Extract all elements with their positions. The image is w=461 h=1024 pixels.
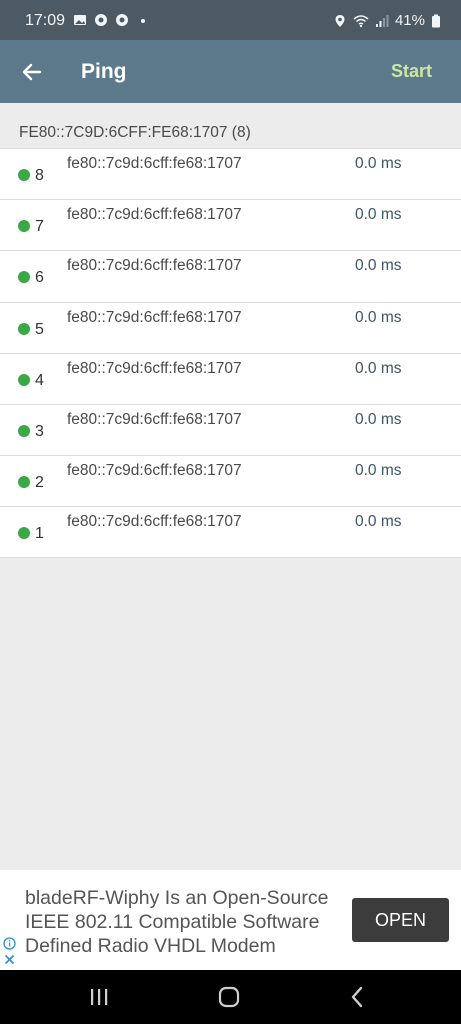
ad-line: IEEE 802.11 Compatible Software — [25, 911, 320, 933]
status-dot-icon — [18, 220, 30, 233]
home-icon[interactable] — [216, 984, 242, 1010]
system-icons: 41% — [333, 12, 441, 29]
image-icon — [74, 15, 86, 25]
status-dot-icon — [18, 271, 30, 284]
chrome-icon — [116, 14, 128, 26]
target-address-label: FE80::7C9D:6CFF:FE68:1707 (8) — [19, 124, 251, 141]
signal-icon — [375, 14, 389, 27]
battery-percent: 41% — [394, 12, 425, 29]
list-item[interactable]: 5 fe80::7c9d:6cff:fe68:1707 0.0 ms — [0, 301, 461, 353]
chrome-icon — [95, 14, 107, 26]
sequence-number: 2 — [35, 474, 44, 492]
sequence-number: 4 — [35, 371, 44, 389]
ad-line: Defined Radio VHDL Modem — [25, 935, 276, 957]
sequence-number: 8 — [35, 167, 44, 184]
ad-line: bladeRF-Wiphy Is an Open-Source — [25, 887, 329, 909]
reply-time: 0.0 ms — [355, 462, 402, 480]
status-dot-icon — [18, 424, 30, 437]
ad-text[interactable]: bladeRF-Wiphy Is an Open-Source IEEE 802… — [25, 886, 337, 958]
reply-address: fe80::7c9d:6cff:fe68:1707 — [67, 155, 242, 172]
sequence-number: 1 — [35, 525, 44, 543]
battery-icon — [432, 14, 440, 27]
sequence-number: 6 — [35, 269, 44, 287]
ping-results-list: 8 fe80::7c9d:6cff:fe68:1707 0.0 ms 7 fe8… — [0, 148, 461, 558]
sequence-number: 5 — [35, 320, 44, 338]
ad-open-button[interactable]: OPEN — [352, 898, 449, 942]
reply-time: 0.0 ms — [355, 155, 402, 172]
wifi-icon — [353, 14, 369, 27]
close-icon[interactable] — [4, 954, 15, 965]
list-item[interactable]: 7 fe80::7c9d:6cff:fe68:1707 0.0 ms — [0, 199, 461, 251]
status-dot-icon — [18, 373, 30, 386]
system-nav-bar — [0, 970, 461, 1024]
reply-time: 0.0 ms — [355, 410, 402, 428]
ad-banner[interactable]: bladeRF-Wiphy Is an Open-Source IEEE 802… — [0, 870, 461, 970]
info-icon[interactable] — [3, 937, 16, 950]
app-bar: Ping Start — [0, 40, 461, 103]
status-dot-icon — [18, 322, 30, 335]
status-bar: 17:09 41% — [0, 0, 461, 40]
target-header: FE80::7C9D:6CFF:FE68:1707 (8) — [0, 103, 461, 148]
notification-icons — [73, 13, 150, 27]
sequence-number: 3 — [35, 422, 44, 440]
reply-address: fe80::7c9d:6cff:fe68:1707 — [67, 206, 242, 224]
list-item[interactable]: 2 fe80::7c9d:6cff:fe68:1707 0.0 ms — [0, 455, 461, 507]
reply-time: 0.0 ms — [355, 206, 402, 224]
list-item[interactable]: 8 fe80::7c9d:6cff:fe68:1707 0.0 ms — [0, 148, 461, 200]
list-item[interactable]: 6 fe80::7c9d:6cff:fe68:1707 0.0 ms — [0, 250, 461, 302]
recent-apps-icon[interactable] — [86, 984, 112, 1010]
list-item[interactable]: 4 fe80::7c9d:6cff:fe68:1707 0.0 ms — [0, 352, 461, 404]
reply-address: fe80::7c9d:6cff:fe68:1707 — [67, 359, 242, 377]
reply-address: fe80::7c9d:6cff:fe68:1707 — [67, 410, 242, 428]
reply-time: 0.0 ms — [355, 359, 402, 377]
reply-time: 0.0 ms — [355, 513, 402, 531]
status-dot-icon — [18, 476, 30, 489]
dot-icon — [141, 19, 145, 23]
start-button[interactable]: Start — [391, 61, 432, 82]
list-item[interactable]: 1 fe80::7c9d:6cff:fe68:1707 0.0 ms — [0, 506, 461, 558]
status-dot-icon — [18, 169, 30, 181]
status-dot-icon — [18, 527, 30, 540]
arrow-left-icon[interactable] — [18, 58, 46, 86]
reply-address: fe80::7c9d:6cff:fe68:1707 — [67, 462, 242, 480]
reply-address: fe80::7c9d:6cff:fe68:1707 — [67, 308, 242, 326]
reply-address: fe80::7c9d:6cff:fe68:1707 — [67, 257, 242, 275]
page-title: Ping — [81, 60, 127, 83]
reply-time: 0.0 ms — [355, 257, 402, 275]
list-item[interactable]: 3 fe80::7c9d:6cff:fe68:1707 0.0 ms — [0, 403, 461, 456]
status-time: 17:09 — [25, 12, 66, 29]
location-icon — [335, 14, 345, 27]
reply-address: fe80::7c9d:6cff:fe68:1707 — [67, 513, 242, 531]
sequence-number: 7 — [35, 218, 44, 236]
back-nav-icon[interactable] — [345, 984, 371, 1010]
reply-time: 0.0 ms — [355, 308, 402, 326]
